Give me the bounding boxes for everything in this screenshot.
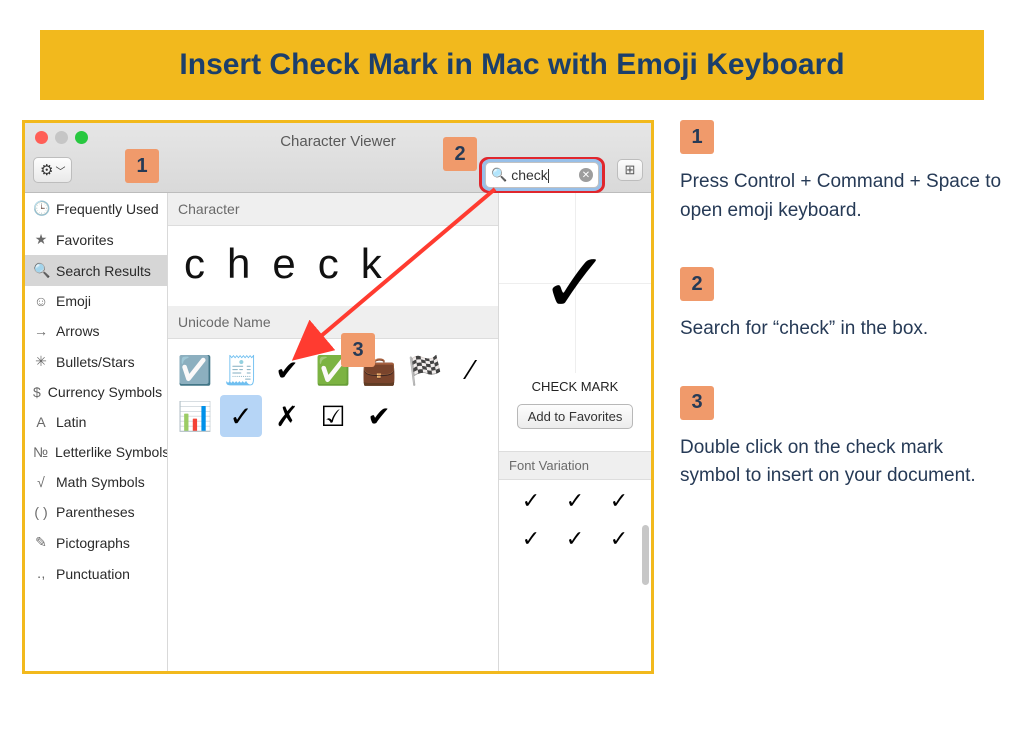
callout-2: 2 bbox=[443, 137, 477, 171]
sidebar-item-label: Math Symbols bbox=[56, 474, 145, 490]
result-item[interactable]: ☑️ bbox=[174, 349, 216, 391]
font-variation-item[interactable]: ✓ bbox=[597, 526, 641, 552]
sidebar-item-emoji[interactable]: ☺ Emoji bbox=[25, 286, 167, 316]
sidebar-item-label: Emoji bbox=[56, 293, 91, 309]
step-badge-3: 3 bbox=[680, 386, 714, 420]
font-variation-header: Font Variation bbox=[499, 451, 651, 480]
radical-icon: √ bbox=[33, 474, 49, 490]
dots-icon: ․, bbox=[33, 565, 49, 582]
sidebar-item-parentheses[interactable]: ( ) Parentheses bbox=[25, 497, 167, 527]
sidebar-item-arrows[interactable]: → Arrows bbox=[25, 316, 167, 346]
results-grid: ☑️ 🧾 ✔ ✅ 💼 🏁 ⁄ 📊 ✓ ✗ ☑ ✔ bbox=[168, 339, 498, 447]
sidebar-item-label: Currency Symbols bbox=[48, 384, 162, 400]
sidebar-item-currency[interactable]: $ Currency Symbols bbox=[25, 377, 167, 407]
result-item[interactable]: ⁄ bbox=[450, 349, 492, 391]
sidebar-item-bullets[interactable]: ✳ Bullets/Stars bbox=[25, 346, 167, 377]
asterisk-icon: ✳ bbox=[33, 353, 49, 370]
font-variation-item[interactable]: ✓ bbox=[509, 526, 553, 552]
result-item[interactable]: ✔ bbox=[358, 395, 400, 437]
smiley-icon: ☺ bbox=[33, 293, 49, 309]
add-to-favorites-button[interactable]: Add to Favorites bbox=[517, 404, 634, 429]
settings-button[interactable]: ⚙ ﹀ bbox=[33, 157, 72, 183]
callout-1: 1 bbox=[125, 149, 159, 183]
instructions-column: 1 Press Control + Command + Space to ope… bbox=[680, 120, 1002, 674]
sidebar-item-punctuation[interactable]: ․, Punctuation bbox=[25, 558, 167, 589]
step-text: Double click on the check mark symbol to… bbox=[680, 434, 1002, 491]
sidebar-item-label: Pictographs bbox=[56, 535, 130, 551]
sidebar-item-pictographs[interactable]: ✎ Pictographs bbox=[25, 527, 167, 558]
sidebar-item-label: Arrows bbox=[56, 323, 100, 339]
title-banner: Insert Check Mark in Mac with Emoji Keyb… bbox=[40, 30, 984, 100]
result-item[interactable]: 🧾 bbox=[220, 349, 262, 391]
numero-icon: № bbox=[33, 444, 48, 460]
search-highlight: 🔍 check ✕ bbox=[479, 157, 605, 193]
paren-icon: ( ) bbox=[33, 504, 49, 520]
font-variation-item[interactable]: ✓ bbox=[597, 488, 641, 514]
page-title: Insert Check Mark in Mac with Emoji Keyb… bbox=[40, 48, 984, 82]
results-area: Character check Unicode Name ☑️ 🧾 ✔ ✅ 💼 … bbox=[168, 193, 498, 671]
result-item[interactable]: ☑ bbox=[312, 395, 354, 437]
search-icon: 🔍 bbox=[33, 262, 49, 279]
step-2: 2 Search for “check” in the box. bbox=[680, 267, 1002, 344]
result-item-selected[interactable]: ✓ bbox=[220, 395, 262, 437]
character-breakdown: check bbox=[168, 226, 498, 306]
chevron-down-icon: ﹀ bbox=[55, 163, 65, 178]
clear-search-icon[interactable]: ✕ bbox=[579, 168, 593, 182]
pencil-icon: ✎ bbox=[33, 534, 49, 551]
result-item[interactable]: 🏁 bbox=[404, 349, 446, 391]
sidebar-item-math[interactable]: √ Math Symbols bbox=[25, 467, 167, 497]
search-input-text: check bbox=[511, 167, 579, 183]
sidebar-item-favorites[interactable]: ★ Favorites bbox=[25, 224, 167, 255]
letter-a-icon: A bbox=[33, 414, 49, 430]
sidebar-item-label: Letterlike Symbols bbox=[55, 444, 168, 460]
star-icon: ★ bbox=[33, 231, 49, 248]
gear-icon: ⚙ bbox=[40, 161, 53, 179]
font-variation-item[interactable]: ✓ bbox=[553, 526, 597, 552]
step-1: 1 Press Control + Command + Space to ope… bbox=[680, 120, 1002, 225]
font-variation-item[interactable]: ✓ bbox=[553, 488, 597, 514]
character-viewer-window: ⚙ ﹀ Character Viewer 🔍 check ✕ ⊞ 🕒Freq bbox=[22, 120, 654, 674]
sidebar-item-frequently-used[interactable]: 🕒 Frequently Used bbox=[25, 193, 167, 224]
preview-panel: ✓ CHECK MARK Add to Favorites Font Varia… bbox=[498, 193, 651, 671]
step-text: Press Control + Command + Space to open … bbox=[680, 168, 1002, 225]
sidebar-item-search-results[interactable]: 🔍 Search Results bbox=[25, 255, 167, 286]
result-item[interactable]: ✔ bbox=[266, 349, 308, 391]
font-variation-item[interactable]: ✓ bbox=[509, 488, 553, 514]
result-item[interactable]: ✗ bbox=[266, 395, 308, 437]
unicode-section-header: Unicode Name bbox=[168, 306, 498, 339]
sidebar-item-label: Search Results bbox=[56, 263, 151, 279]
arrow-icon: → bbox=[33, 323, 49, 339]
window-toolbar: ⚙ ﹀ Character Viewer 🔍 check ✕ ⊞ bbox=[25, 123, 651, 193]
sidebar: 🕒 Frequently Used ★ Favorites 🔍 Search Resu… bbox=[25, 193, 168, 671]
window-title: Character Viewer bbox=[25, 133, 651, 150]
grid-icon: ⊞ bbox=[625, 162, 636, 178]
sidebar-item-label: Parentheses bbox=[56, 504, 135, 520]
character-section-header: Character bbox=[168, 193, 498, 226]
callout-3: 3 bbox=[341, 333, 375, 367]
sidebar-item-letterlike[interactable]: № Letterlike Symbols bbox=[25, 437, 167, 467]
sidebar-item-label: Latin bbox=[56, 414, 86, 430]
step-text: Search for “check” in the box. bbox=[680, 315, 1002, 344]
search-input[interactable]: 🔍 check ✕ bbox=[485, 162, 599, 188]
sidebar-item-latin[interactable]: A Latin bbox=[25, 407, 167, 437]
preview-glyph: ✓ bbox=[499, 193, 651, 373]
clock-icon: 🕒 bbox=[33, 200, 49, 217]
sidebar-item-label: Favorites bbox=[56, 232, 114, 248]
step-badge-2: 2 bbox=[680, 267, 714, 301]
step-3: 3 Double click on the check mark symbol … bbox=[680, 386, 1002, 491]
sidebar-item-label: Punctuation bbox=[56, 566, 130, 582]
sidebar-item-label: Frequently Used bbox=[56, 201, 159, 217]
search-icon: 🔍 bbox=[491, 167, 507, 183]
sidebar-item-label: Bullets/Stars bbox=[56, 354, 135, 370]
preview-name: CHECK MARK bbox=[499, 373, 651, 404]
scrollbar[interactable] bbox=[642, 525, 649, 585]
toggle-view-button[interactable]: ⊞ bbox=[617, 159, 643, 181]
dollar-icon: $ bbox=[33, 384, 41, 400]
result-item[interactable]: 📊 bbox=[174, 395, 216, 437]
step-badge-1: 1 bbox=[680, 120, 714, 154]
font-variation-grid: ✓ ✓ ✓ ✓ ✓ ✓ bbox=[499, 480, 651, 560]
